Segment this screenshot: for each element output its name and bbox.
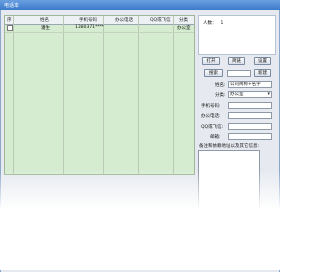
row-category: 办公室	[177, 26, 191, 31]
save-button[interactable]: 简链	[228, 57, 245, 65]
row-mobile: 1380371****	[75, 25, 105, 30]
contacts-table[interactable]: 序 姓名 手机号码 办公电话 QQ或飞信 分类 潘生 1380371**** 办…	[4, 15, 195, 175]
category-label: 分类:	[215, 93, 226, 98]
category-select[interactable]: 办公室	[228, 91, 272, 98]
search-button[interactable]: 搜索	[204, 69, 223, 77]
col-index-header[interactable]: 序	[7, 17, 12, 23]
row-checkbox[interactable]	[7, 25, 13, 31]
col-office-header[interactable]: 办公电话	[115, 17, 133, 23]
title-bar: 电话本	[0, 0, 280, 10]
office-input[interactable]	[228, 112, 272, 119]
col-category-header[interactable]: 分类	[179, 17, 188, 23]
table-row[interactable]: 潘生 1380371**** 办公室	[5, 25, 194, 32]
new-button[interactable]: 新建	[254, 69, 271, 77]
col-name-header[interactable]: 姓名	[40, 17, 49, 23]
name-label: 姓名:	[215, 83, 226, 88]
window-title: 电话本	[4, 3, 20, 9]
qq-input[interactable]	[228, 123, 272, 130]
bottom-fade	[0, 170, 280, 270]
office-label: 办公电话:	[201, 114, 221, 119]
search-input[interactable]	[227, 70, 251, 77]
email-input[interactable]	[228, 133, 272, 140]
qq-label: QQ或飞信:	[201, 125, 224, 130]
count-box: 人数： 1	[198, 15, 276, 55]
row-name: 潘生	[41, 26, 50, 31]
notes-label: 备注和依赖地址以及其它信息:	[199, 144, 260, 149]
phonebook-window: 电话本 序 姓名 手机号码 办公电话 QQ或飞信 分类 潘生 1380371**…	[0, 0, 280, 272]
col-mobile-header[interactable]: 手机号码	[79, 17, 97, 23]
count-label: 人数： 1	[203, 21, 224, 26]
open-button[interactable]: 打开	[202, 57, 220, 65]
name-input[interactable]: 公司简称+名字	[228, 81, 272, 88]
mobile-input[interactable]	[228, 102, 272, 109]
email-label: 邮箱:	[210, 135, 221, 140]
col-qq-header[interactable]: QQ或飞信	[150, 17, 171, 23]
mobile-label: 手机号码:	[201, 104, 221, 109]
settings-button[interactable]: 设置	[254, 57, 271, 65]
table-header: 序 姓名 手机号码 办公电话 QQ或飞信 分类	[5, 16, 194, 25]
